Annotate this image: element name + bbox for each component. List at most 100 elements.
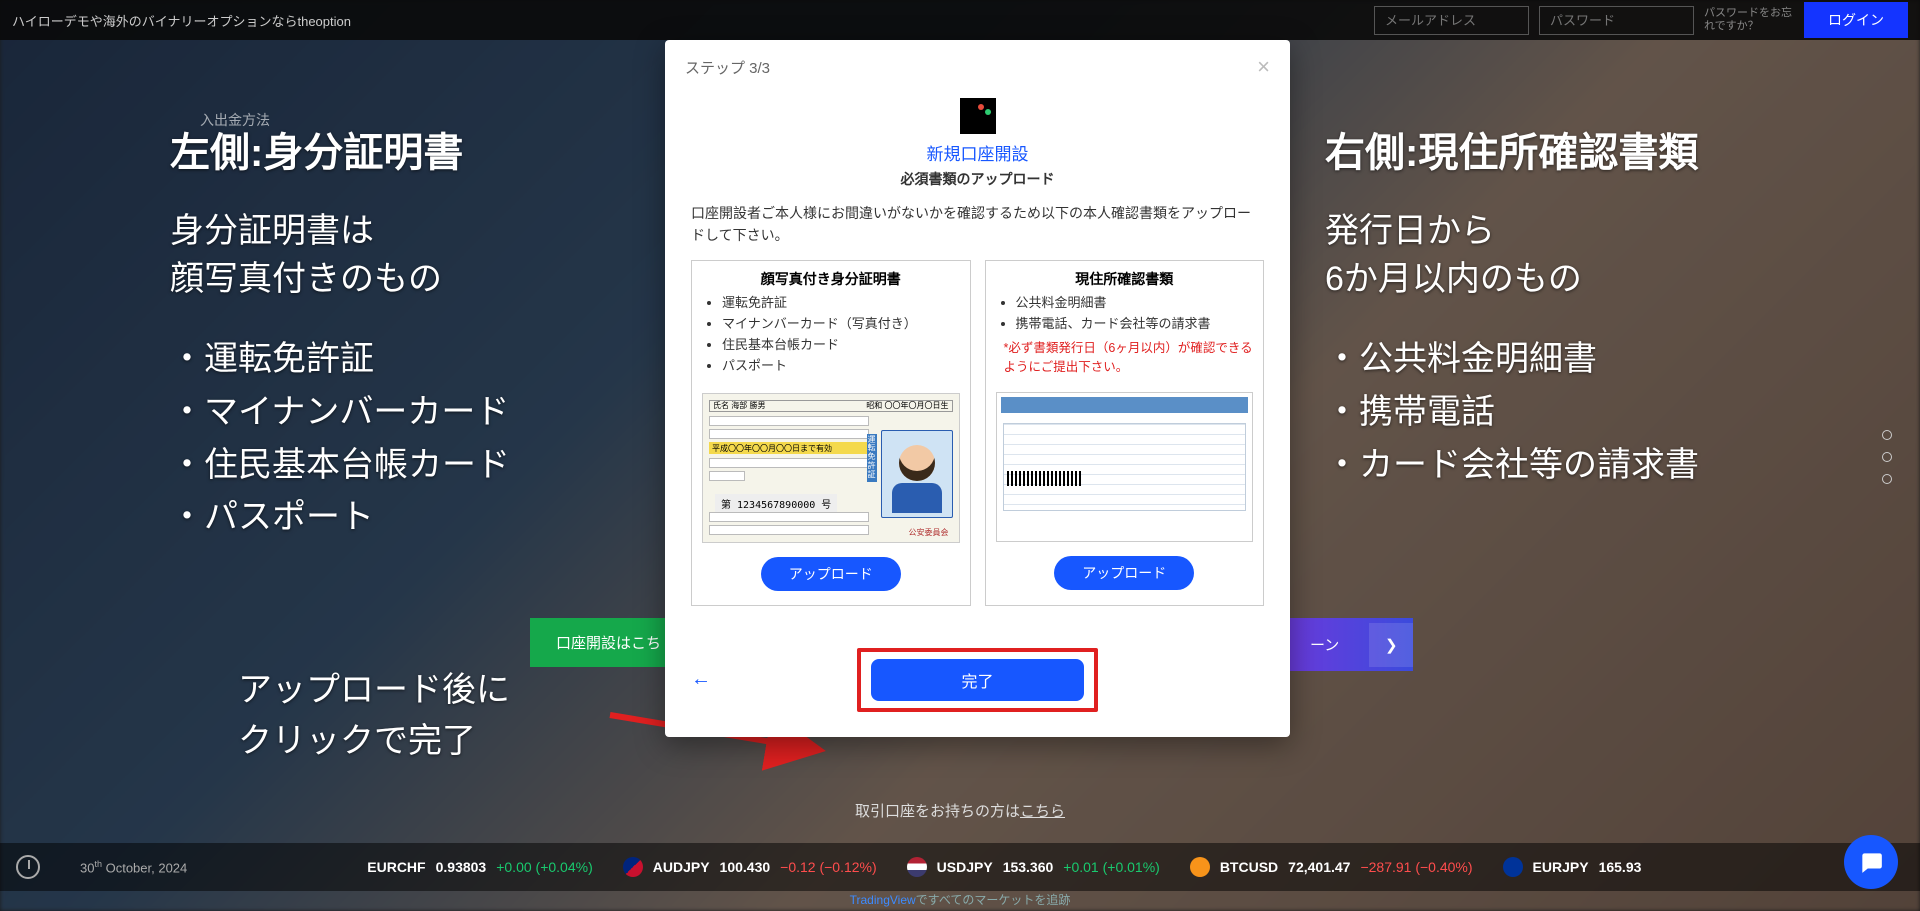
id-card-item: パスポート [722, 356, 960, 377]
annotation-left-sub: 身分証明書は 顔写真付きのもの [170, 208, 670, 303]
annotation-left: 左側:身分証明書 身分証明書は 顔写真付きのもの 運転免許証 マイナンバーカード… [170, 120, 670, 544]
annotation-right-list: 公共料金明細書 携帯電話 カード会社等の請求書 [1325, 333, 1875, 491]
flag-icon [1190, 857, 1210, 877]
annotation-bl-l1: アップロード後に [238, 665, 510, 716]
annotation-left-heading: 左側:身分証明書 [170, 120, 670, 178]
id-row [709, 416, 869, 426]
market-ticker: 30th October, 2024 EURCHF 0.93803 +0.00 … [0, 843, 1920, 891]
back-arrow-icon[interactable]: ← [691, 668, 711, 691]
ticker-item[interactable]: USDJPY 153.360 +0.01 (+0.01%) [907, 857, 1160, 877]
campaign-button-label: ーン [1310, 634, 1339, 655]
annotation-bl-l2: クリックで完了 [238, 716, 510, 767]
ticker-item[interactable]: EURJPY 165.93 [1503, 857, 1642, 877]
ticker-change: +0.01 (+0.01%) [1063, 859, 1160, 875]
annotation-right-item: 携帯電話 [1325, 386, 1875, 439]
id-card-list: 運転免許証 マイナンバーカード（写真付き） 住民基本台帳カード パスポート [702, 293, 960, 376]
ticker-change: −0.12 (−0.12%) [780, 859, 877, 875]
ticker-price: 0.93803 [436, 859, 487, 875]
carousel-dots [1882, 430, 1892, 484]
address-document-card: 現住所確認書類 公共料金明細書 携帯電話、カード会社等の請求書 *必ず書類発行日… [985, 260, 1265, 605]
flag-icon [1503, 857, 1523, 877]
ticker-item[interactable]: AUDJPY 100.430 −0.12 (−0.12%) [623, 857, 877, 877]
id-sample-image: 氏名 海部 勝男 昭和 〇〇年〇月〇日生 平成〇〇年〇〇月〇〇日まで有効 運転免… [702, 393, 960, 543]
carousel-dot[interactable] [1882, 430, 1892, 440]
annotation-left-item: 住民基本台帳カード [170, 439, 670, 492]
annotation-bottom-left: アップロード後に クリックで完了 [238, 665, 510, 767]
ticker-symbol: BTCUSD [1220, 859, 1278, 875]
id-commission-label: 公安委員会 [909, 527, 949, 538]
forgot-password-link[interactable]: パスワードをお忘れですか？ [1704, 7, 1794, 33]
id-card-item: マイナンバーカード（写真付き） [722, 314, 960, 335]
chevron-right-icon: ❯ [1369, 623, 1413, 667]
login-group: パスワードをお忘れですか？ ログイン [1374, 2, 1908, 38]
carousel-dot[interactable] [1882, 474, 1892, 484]
annotation-right-heading: 右側:現住所確認書類 [1325, 120, 1875, 178]
finish-button[interactable]: 完了 [871, 659, 1083, 701]
id-face-photo-icon [881, 430, 953, 518]
modal-title-link[interactable]: 新規口座開設 [665, 140, 1290, 165]
close-icon[interactable]: × [1257, 54, 1270, 80]
annotation-right-sub: 発行日から 6か月以内のもの [1325, 208, 1875, 303]
ticker-price: 100.430 [720, 859, 771, 875]
existing-account-label: 取引口座をお持ちの方は [855, 803, 1020, 820]
modal-header: ステップ 3/3 × [665, 40, 1290, 84]
address-card-note: *必ず書類発行日（6ヶ月以内）が確認できるようにご提出下さい。 [996, 339, 1254, 377]
annotation-right-item: カード会社等の請求書 [1325, 439, 1875, 492]
id-row [709, 471, 745, 481]
ticker-price: 165.93 [1599, 859, 1642, 875]
tradingview-credit[interactable]: TradingViewですべてのマーケットを追跡 [0, 888, 1920, 911]
flag-icon [623, 857, 643, 877]
ticker-symbol: EURJPY [1533, 859, 1589, 875]
address-card-item: 公共料金明細書 [1016, 293, 1254, 314]
modal-footer: ← 完了 [665, 648, 1290, 712]
id-name-row: 氏名 海部 勝男 昭和 〇〇年〇月〇日生 [709, 400, 953, 412]
tagline-text: ハイローデモや海外のバイナリーオプションならtheoption [12, 11, 1374, 30]
tradingview-brand: TradingView [850, 893, 916, 907]
ticker-change: +0.00 (+0.04%) [496, 859, 593, 875]
modal-step-label: ステップ 3/3 [685, 57, 770, 78]
topbar: ハイローデモや海外のバイナリーオプションならtheoption パスワードをお忘… [0, 0, 1920, 40]
login-button[interactable]: ログイン [1804, 2, 1908, 38]
carousel-dot[interactable] [1882, 452, 1892, 462]
ticker-item[interactable]: EURCHF 0.93803 +0.00 (+0.04%) [367, 859, 592, 875]
annotation-left-item: マイナンバーカード [170, 386, 670, 439]
id-card-title: 顔写真付き身分証明書 [702, 269, 960, 289]
id-card-item: 住民基本台帳カード [722, 335, 960, 356]
annotation-left-list: 運転免許証 マイナンバーカード 住民基本台帳カード パスポート [170, 333, 670, 544]
open-account-button[interactable]: 口座開設はこち [530, 618, 687, 667]
modal-description: 口座開設者ご本人様にお間違いがないかを確認するため以下の本人確認書類をアップロー… [665, 203, 1290, 246]
annotation-right-item: 公共料金明細書 [1325, 333, 1875, 386]
ticker-symbol: AUDJPY [653, 859, 710, 875]
annotation-left-item: パスポート [170, 491, 670, 544]
clock-icon [16, 855, 40, 879]
ticker-price: 153.360 [1003, 859, 1054, 875]
email-input[interactable] [1374, 6, 1529, 35]
annotation-right: 右側:現住所確認書類 発行日から 6か月以内のもの 公共料金明細書 携帯電話 カ… [1325, 120, 1875, 491]
id-side-label: 運転免許証 [867, 434, 877, 482]
campaign-button[interactable]: ーン ❯ [1288, 618, 1413, 671]
id-number: 第 1234567890000 号 [715, 494, 837, 513]
bill-sample-image [996, 392, 1254, 542]
ticker-change: −287.91 (−0.40%) [1360, 859, 1472, 875]
ticker-symbol: USDJPY [937, 859, 993, 875]
ticker-price: 72,401.47 [1288, 859, 1350, 875]
bill-header-bar [1001, 397, 1249, 413]
existing-account-text: 取引口座をお持ちの方はこちら [855, 800, 1065, 821]
ticker-item[interactable]: BTCUSD 72,401.47 −287.91 (−0.40%) [1190, 857, 1473, 877]
address-card-title: 現住所確認書類 [996, 269, 1254, 289]
upload-address-button[interactable]: アップロード [1054, 556, 1194, 590]
ticker-symbol: EURCHF [367, 859, 425, 875]
id-document-card: 顔写真付き身分証明書 運転免許証 マイナンバーカード（写真付き） 住民基本台帳カ… [691, 260, 971, 605]
password-input[interactable] [1539, 6, 1694, 35]
chat-bubble-button[interactable] [1844, 835, 1898, 889]
existing-account-link[interactable]: こちら [1020, 803, 1065, 820]
upload-modal: ステップ 3/3 × 新規口座開設 必須書類のアップロード 口座開設者ご本人様に… [665, 40, 1290, 737]
id-row [709, 458, 869, 468]
address-card-list: 公共料金明細書 携帯電話、カード会社等の請求書 [996, 293, 1254, 335]
brand-logo-icon [960, 98, 996, 134]
bill-table-grid [1003, 423, 1247, 511]
id-row [709, 429, 869, 439]
barcode-icon [1007, 471, 1082, 486]
upload-id-button[interactable]: アップロード [761, 557, 901, 591]
ticker-date: 30th October, 2024 [80, 859, 187, 875]
